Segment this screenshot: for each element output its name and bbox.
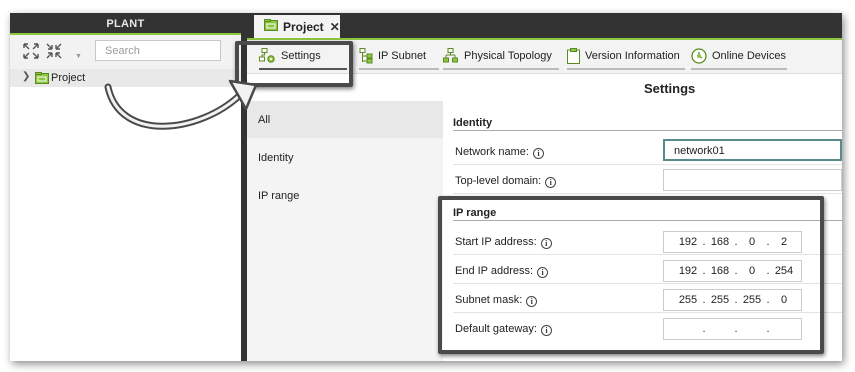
clipboard-icon [567,48,580,64]
tab-project[interactable]: Project ✕ [254,15,340,38]
toolbar-item-label: Version Information [585,50,680,62]
callout-arrow-icon [104,79,258,130]
nav-item-all[interactable]: All [247,101,443,138]
info-icon[interactable]: i [532,148,544,159]
dropdown-caret-icon[interactable]: ▼ [75,53,82,60]
collapse-all-icon[interactable] [46,43,62,59]
nav-item-ip-range[interactable]: IP range [247,177,443,214]
toolbar-item-label: Physical Topology [464,50,552,62]
tab-underline [567,68,685,70]
section-divider [453,130,842,131]
page-title: Settings [644,81,696,96]
tree-item-label: Project [51,72,86,84]
expand-all-icon[interactable] [23,43,39,59]
tab-underline [443,68,559,70]
toolbar-online-devices-button[interactable]: Online Devices [691,46,786,66]
subnet-icon [359,48,373,64]
toolbar-item-label: IP Subnet [378,50,427,62]
nav-item-identity[interactable]: Identity [247,139,443,176]
tab-bar: Project ✕ [247,13,842,40]
search-input[interactable]: Search [95,40,302,61]
tab-label: Project [283,19,324,34]
search-placeholder: Search [105,45,140,57]
toolbar-physical-topology-button[interactable]: Physical Topology [443,46,552,66]
plant-panel-title: PLANT [10,13,241,35]
toolbar-ip-subnet-button[interactable]: IP Subnet [359,46,426,66]
toolbar-item-label: Online Devices [712,50,786,62]
tab-underline [359,68,439,70]
section-identity-title: Identity [453,117,493,129]
settings-nav: All Identity IP range [247,101,443,361]
tab-underline [691,68,787,70]
topology-icon [443,48,458,63]
network-name-label: Network name: i [455,146,544,159]
project-icon [264,19,278,34]
application-window: PLANT ▼ Search ❯ Project Project ✕ Setti… [10,13,842,361]
network-name-input[interactable]: network01 [663,139,842,161]
info-icon[interactable]: i [545,177,557,188]
expand-arrow-icon[interactable]: ❯ [22,71,30,82]
project-icon [35,72,49,87]
ip-range-callout-box [438,196,824,354]
top-level-domain-input[interactable] [663,169,842,191]
toolbar-version-information-button[interactable]: Version Information [567,46,680,66]
top-level-domain-label: Top-level domain: i [455,175,557,188]
online-devices-icon [691,48,707,64]
close-icon[interactable]: ✕ [330,20,340,34]
